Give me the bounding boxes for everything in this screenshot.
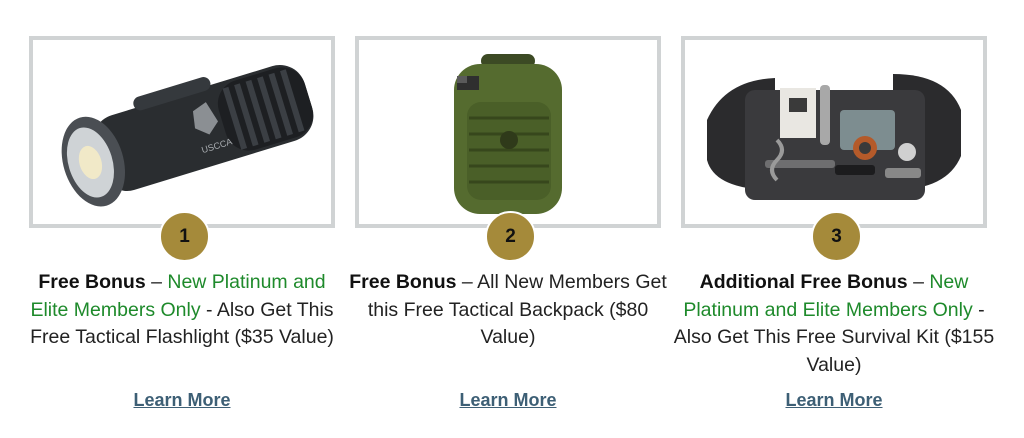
bonus-number-badge: 1 xyxy=(159,211,210,262)
bonus-title: Free Bonus xyxy=(38,271,146,293)
bonus-description: Free Bonus – All New Members Get this Fr… xyxy=(347,269,669,352)
bonus-title: Additional Free Bonus xyxy=(699,271,908,293)
bonus-card-3: 3 Additional Free Bonus – New Platinum a… xyxy=(674,36,994,410)
backpack-image xyxy=(454,54,562,214)
bonus-number: 2 xyxy=(505,225,516,247)
learn-more-link-3[interactable]: Learn More xyxy=(681,390,987,411)
bonus-dash: – xyxy=(456,271,478,293)
bonus-card-1: USCCA 1 Free Bonus – New Platinum and El… xyxy=(29,36,335,410)
bonus-dash: – xyxy=(907,271,930,293)
bonus-description: Free Bonus – New Platinum and Elite Memb… xyxy=(21,269,343,352)
bonus-image-frame xyxy=(681,36,987,228)
bonus-image-frame: USCCA xyxy=(29,36,335,228)
bonus-card-2: 2 Free Bonus – All New Members Get this … xyxy=(349,36,667,410)
bonus-number-badge: 3 xyxy=(811,211,862,262)
learn-more-link-1[interactable]: Learn More xyxy=(29,390,335,411)
bonus-row: USCCA 1 Free Bonus – New Platinum and El… xyxy=(0,0,1024,438)
bonus-description: Additional Free Bonus – New Platinum and… xyxy=(673,269,995,379)
survival-kit-image xyxy=(707,74,961,200)
bonus-image-frame xyxy=(355,36,661,228)
flashlight-image: USCCA xyxy=(61,64,314,207)
learn-more-link-2[interactable]: Learn More xyxy=(355,390,661,411)
bonus-dash: – xyxy=(145,271,168,293)
bonus-number-badge: 2 xyxy=(485,211,536,262)
bonus-title: Free Bonus xyxy=(349,271,457,293)
bonus-number: 1 xyxy=(179,225,190,247)
bonus-number: 3 xyxy=(831,225,842,247)
